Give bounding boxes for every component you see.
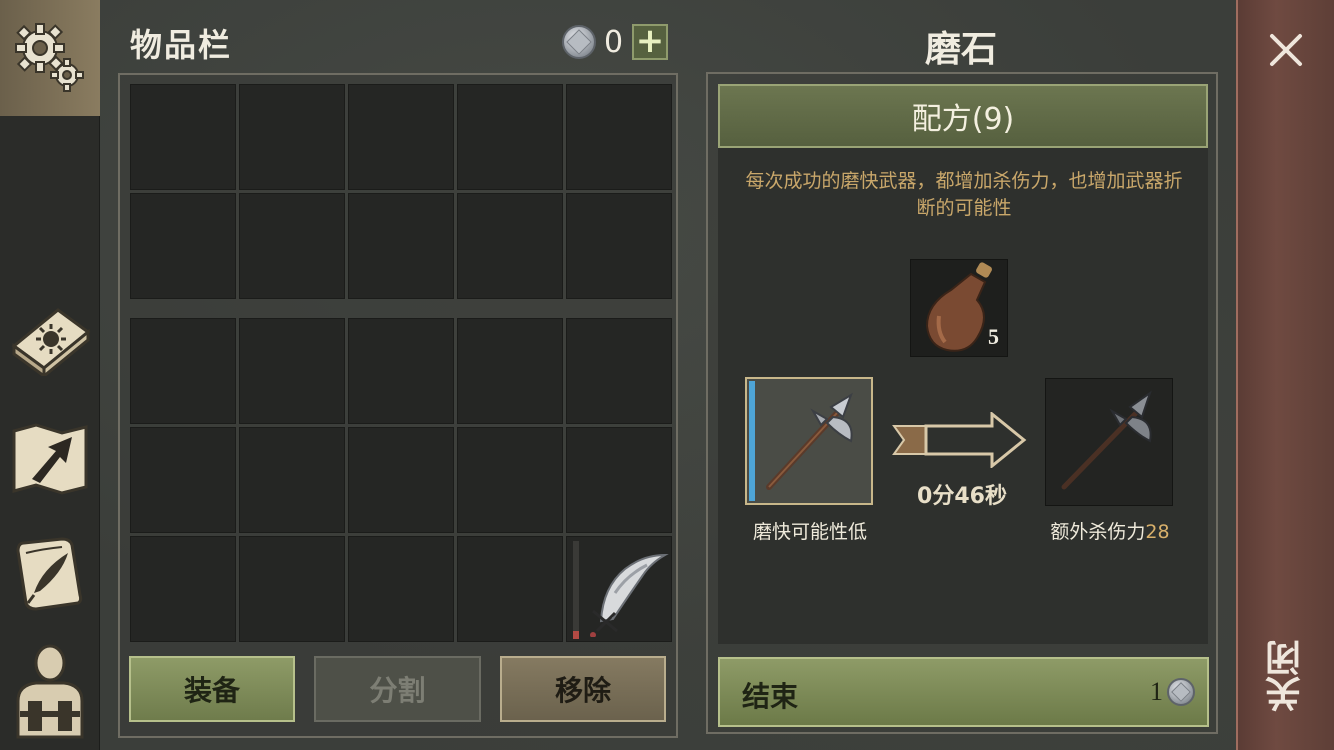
inventory-slot[interactable] [457, 193, 563, 299]
nav-character-button[interactable] [0, 636, 100, 746]
inventory-slot[interactable] [348, 427, 454, 533]
finish-button[interactable]: 结束 1 [718, 657, 1209, 727]
gears-icon [15, 23, 84, 92]
progress-arrow [892, 410, 1028, 472]
inventory-slot[interactable] [130, 193, 236, 299]
recipe-tab[interactable]: 配方(9) [718, 84, 1208, 148]
nav-settings-button[interactable] [0, 0, 100, 116]
inventory-grid-top [130, 84, 672, 299]
inventory-slot[interactable] [348, 193, 454, 299]
map-arrow-icon [12, 423, 88, 495]
output-label: 额外杀伤力28 [1030, 517, 1190, 544]
inventory-slot[interactable] [457, 84, 563, 190]
inventory-slot[interactable] [130, 536, 236, 642]
inventory-slot[interactable] [566, 193, 672, 299]
inventory-slot[interactable] [348, 536, 454, 642]
nav-journal-button[interactable] [0, 284, 100, 394]
sun-book-icon [11, 308, 91, 376]
inventory-slot[interactable] [457, 536, 563, 642]
quill-scroll-icon [16, 537, 83, 611]
inventory-slot[interactable] [130, 318, 236, 424]
left-nav [0, 0, 100, 750]
inventory-slot[interactable] [457, 427, 563, 533]
recipe-description: 每次成功的磨快武器，都增加杀伤力，也增加武器折断的可能性 [745, 170, 1183, 219]
equip-button[interactable]: 装备 [129, 656, 295, 722]
inventory-slot[interactable] [239, 193, 345, 299]
close-strip[interactable] [1236, 0, 1334, 750]
input-weapon-slot[interactable] [745, 377, 873, 505]
inventory-slot[interactable] [239, 318, 345, 424]
finish-label: 结束 [742, 680, 799, 713]
nav-map-button[interactable] [0, 404, 100, 514]
close-icon[interactable] [1264, 28, 1308, 72]
inventory-slot[interactable] [130, 427, 236, 533]
add-currency-button[interactable]: + [632, 24, 668, 60]
selection-bar [749, 381, 755, 501]
ingredient-count: 5 [988, 324, 999, 349]
inventory-slot[interactable] [566, 84, 672, 190]
scimitar-icon [590, 553, 669, 637]
arrow-right-icon [892, 410, 1027, 470]
input-label: 磨快可能性低 [752, 521, 867, 543]
finish-cost: 1 [1150, 675, 1195, 709]
close-label[interactable]: 关闭 [1262, 640, 1312, 712]
durability-bar [573, 541, 579, 639]
output-label-prefix: 额外杀伤力 [1050, 521, 1146, 543]
split-button[interactable]: 分割 [314, 656, 481, 722]
inventory-slot[interactable] [566, 318, 672, 424]
backpack-character-icon [16, 644, 84, 739]
currency-amount: 0 [604, 24, 624, 60]
currency-display: 0 [562, 22, 623, 62]
inventory-slot[interactable] [457, 318, 563, 424]
inventory-slot[interactable] [130, 84, 236, 190]
remove-button[interactable]: 移除 [500, 656, 666, 722]
durability-fill [573, 631, 579, 639]
finish-cost-amount: 1 [1150, 677, 1163, 706]
inventory-title: 物品栏 [130, 26, 233, 64]
crafting-title: 磨石 [924, 29, 997, 70]
nav-quests-button[interactable] [0, 518, 100, 628]
inventory-slot[interactable] [566, 427, 672, 533]
inventory-slot-scimitar[interactable] [566, 536, 672, 642]
inventory-slot[interactable] [239, 84, 345, 190]
silver-coin-icon [1167, 678, 1195, 706]
inventory-slot[interactable] [348, 84, 454, 190]
halberd-icon [766, 392, 853, 490]
halberd-icon [1061, 390, 1152, 490]
inventory-slot[interactable] [239, 536, 345, 642]
output-weapon-slot [1045, 378, 1173, 506]
output-bonus: 28 [1145, 521, 1170, 543]
ingredient-slot[interactable]: 5 [910, 259, 1008, 357]
inventory-grid-bottom [130, 318, 672, 642]
craft-timer: 0分46秒 [917, 484, 1007, 509]
inventory-slot[interactable] [348, 318, 454, 424]
inventory-slot[interactable] [239, 427, 345, 533]
silver-coin-icon [562, 25, 596, 59]
